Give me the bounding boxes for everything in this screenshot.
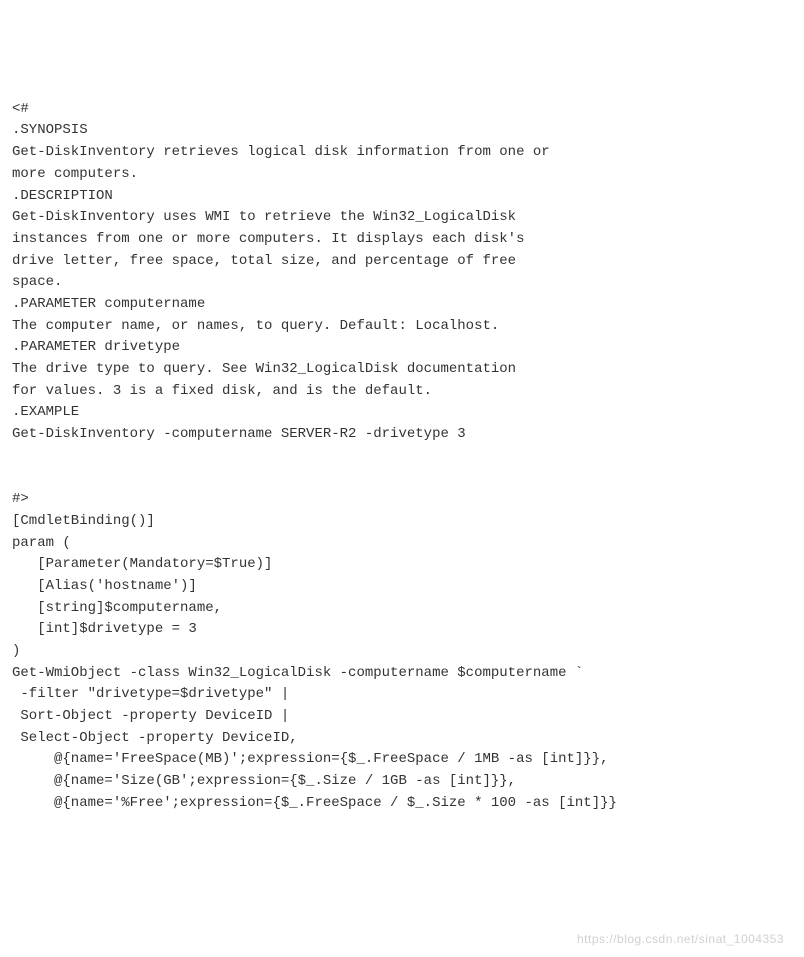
code-line: more computers.	[12, 166, 138, 182]
code-line: .PARAMETER drivetype	[12, 339, 180, 355]
code-line: )	[12, 643, 20, 659]
code-line: for values. 3 is a fixed disk, and is th…	[12, 383, 432, 399]
code-line: Get-WmiObject -class Win32_LogicalDisk -…	[12, 665, 583, 681]
code-line: [string]$computername,	[12, 600, 222, 616]
code-line: instances from one or more computers. It…	[12, 231, 524, 247]
code-line: @{name='FreeSpace(MB)';expression={$_.Fr…	[12, 751, 609, 767]
code-line: .DESCRIPTION	[12, 188, 113, 204]
code-line: .SYNOPSIS	[12, 122, 88, 138]
code-line: Sort-Object -property DeviceID |	[12, 708, 289, 724]
watermark-text: https://blog.csdn.net/sinat_1004353	[577, 930, 784, 949]
code-line: -filter "drivetype=$drivetype" |	[12, 686, 289, 702]
code-line: @{name='%Free';expression={$_.FreeSpace …	[12, 795, 617, 811]
code-line: Get-DiskInventory retrieves logical disk…	[12, 144, 550, 160]
code-line: drive letter, free space, total size, an…	[12, 253, 516, 269]
code-line: <#	[12, 101, 29, 117]
code-line: The computer name, or names, to query. D…	[12, 318, 499, 334]
code-line: Get-DiskInventory -computername SERVER-R…	[12, 426, 466, 442]
code-line: space.	[12, 274, 62, 290]
code-line: .EXAMPLE	[12, 404, 79, 420]
powershell-code-block: <# .SYNOPSIS Get-DiskInventory retrieves…	[12, 99, 792, 815]
code-line: [Parameter(Mandatory=$True)]	[12, 556, 272, 572]
code-line: The drive type to query. See Win32_Logic…	[12, 361, 516, 377]
code-line: #>	[12, 491, 29, 507]
code-line: Get-DiskInventory uses WMI to retrieve t…	[12, 209, 516, 225]
code-line: [int]$drivetype = 3	[12, 621, 197, 637]
code-line: param (	[12, 535, 71, 551]
code-line: Select-Object -property DeviceID,	[12, 730, 298, 746]
code-line: .PARAMETER computername	[12, 296, 205, 312]
code-line: [CmdletBinding()]	[12, 513, 155, 529]
code-line: @{name='Size(GB';expression={$_.Size / 1…	[12, 773, 516, 789]
code-line: [Alias('hostname')]	[12, 578, 197, 594]
